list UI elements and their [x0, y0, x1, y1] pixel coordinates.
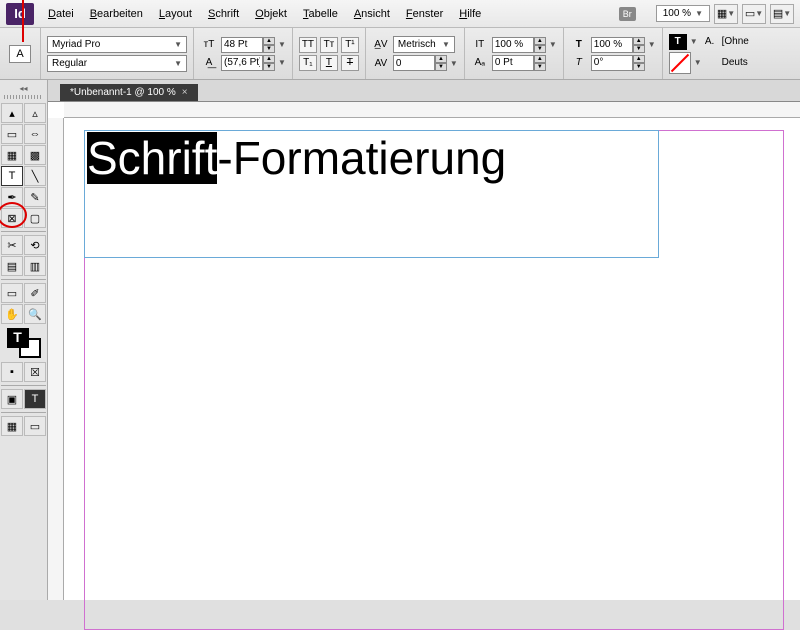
close-tab-icon[interactable]: × [182, 87, 188, 98]
selection-tool[interactable]: ▴ [1, 103, 23, 123]
vscale-icon: IT [471, 37, 489, 53]
arrange-icon[interactable]: ▤▼ [770, 4, 794, 24]
leading-preset-dropdown[interactable]: ▼ [278, 58, 286, 67]
rect-frame-tool[interactable]: ⊠ [1, 208, 23, 228]
screen-mode-icon[interactable]: ▭▼ [742, 4, 766, 24]
kerning-dropdown[interactable]: Metrisch▼ [393, 36, 455, 53]
tracking-input[interactable]: ▲▼ [393, 55, 447, 71]
underline-icon[interactable]: T [320, 55, 338, 71]
transform-tool[interactable]: ⟲ [24, 235, 46, 255]
font-size-icon: ᴛT [200, 37, 218, 53]
kerning-icon: A̲V [372, 37, 390, 53]
type-tool[interactable]: T [1, 166, 23, 186]
view-options-icon[interactable]: ▦▼ [714, 4, 738, 24]
control-bar: A Myriad Pro▼ Regular▼ ᴛT ▲▼ ▼ A͟ ▲▼ ▼ T… [0, 28, 800, 80]
text-frame[interactable]: Schrift-Formatierung [84, 130, 659, 258]
hscale-icon: T [570, 37, 588, 53]
eyedropper-tool[interactable]: ✐ [24, 283, 46, 303]
charstyle-label: [Ohne [722, 36, 749, 47]
selected-text[interactable]: Schrift [87, 132, 217, 184]
menubar: Id Datei Bearbeiten Layout Schrift Objek… [0, 0, 800, 28]
scissors-tool[interactable]: ✂ [1, 235, 23, 255]
zoom-tool[interactable]: 🔍 [24, 304, 46, 324]
document-tabs: *Unbenannt-1 @ 100 % × [48, 80, 800, 102]
screen-mode-tool[interactable]: ▦ [1, 416, 23, 436]
superscript-icon[interactable]: T¹ [341, 37, 359, 53]
screen-mode-tool-2[interactable]: ▭ [24, 416, 46, 436]
size-preset-dropdown[interactable]: ▼ [278, 40, 286, 49]
stroke-none-icon[interactable] [669, 52, 691, 74]
gradient-swatch-tool[interactable]: ▤ [1, 256, 23, 276]
gap-tool[interactable]: ⇔ [24, 124, 46, 144]
document-tab[interactable]: *Unbenannt-1 @ 100 % × [60, 84, 198, 101]
unselected-text[interactable]: -Formatierung [217, 132, 506, 184]
baseline-input[interactable]: ▲▼ [492, 55, 546, 71]
note-tool[interactable]: ▭ [1, 283, 23, 303]
apply-none-icon[interactable]: ☒ [24, 362, 46, 382]
tools-panel: ◂◂ ▴ ▵ ▭ ⇔ ▦ ▩ T ╲ ✒ ✎ ⊠ ▢ ✂ ⟲ ▤ ▥ ▭ ✐ ✋… [0, 80, 48, 600]
collapse-icon[interactable]: ◂◂ [0, 84, 47, 93]
skew-input[interactable]: ▲▼ [591, 55, 645, 71]
menu-object[interactable]: Objekt [247, 4, 295, 24]
menu-type[interactable]: Schrift [200, 4, 247, 24]
menu-window[interactable]: Fenster [398, 4, 451, 24]
menu-table[interactable]: Tabelle [295, 4, 346, 24]
fill-stroke-swatch[interactable]: T [7, 328, 41, 358]
pen-tool[interactable]: ✒ [1, 187, 23, 207]
text-content[interactable]: Schrift-Formatierung [85, 131, 658, 186]
app-icon: Id [6, 3, 34, 25]
workspace: ◂◂ ▴ ▵ ▭ ⇔ ▦ ▩ T ╲ ✒ ✎ ⊠ ▢ ✂ ⟲ ▤ ▥ ▭ ✐ ✋… [0, 80, 800, 600]
allcaps-icon[interactable]: TT [299, 37, 317, 53]
fill-icon[interactable]: T [669, 34, 687, 50]
menu-layout[interactable]: Layout [151, 4, 200, 24]
pencil-tool[interactable]: ✎ [24, 187, 46, 207]
line-tool[interactable]: ╲ [24, 166, 46, 186]
direct-selection-tool[interactable]: ▵ [24, 103, 46, 123]
tracking-icon: AV [372, 55, 390, 71]
strikethrough-icon[interactable]: T [341, 55, 359, 71]
bridge-badge[interactable]: Br [619, 7, 636, 21]
charstyle-icon: A. [701, 34, 719, 50]
font-size-input[interactable]: ▲▼ [221, 37, 275, 53]
menu-help[interactable]: Hilfe [451, 4, 489, 24]
canvas-area: *Unbenannt-1 @ 100 % × Schrift-Formatier… [48, 80, 800, 600]
smallcaps-icon[interactable]: Tᴛ [320, 37, 338, 53]
leading-icon: A͟ [200, 55, 218, 71]
leading-input[interactable]: ▲▼ [221, 55, 275, 71]
content-collector-tool[interactable]: ▦ [1, 145, 23, 165]
rect-tool[interactable]: ▢ [24, 208, 46, 228]
zoom-level[interactable]: 100 %▼ [656, 5, 710, 22]
hand-tool[interactable]: ✋ [1, 304, 23, 324]
apply-color-icon[interactable]: ▪ [1, 362, 23, 382]
normal-view-icon[interactable]: ▣ [1, 389, 23, 409]
menu-file[interactable]: Datei [40, 4, 82, 24]
gradient-feather-tool[interactable]: ▥ [24, 256, 46, 276]
menu-view[interactable]: Ansicht [346, 4, 398, 24]
language-label[interactable]: Deuts [722, 57, 748, 68]
vscale-input[interactable]: ▲▼ [492, 37, 546, 53]
skew-icon: T [570, 55, 588, 71]
subscript-icon[interactable]: T₁ [299, 55, 317, 71]
font-style-dropdown[interactable]: Regular▼ [47, 55, 187, 72]
page-tool[interactable]: ▭ [1, 124, 23, 144]
content-placer-tool[interactable]: ▩ [24, 145, 46, 165]
char-format-mode[interactable]: A [9, 45, 30, 63]
menu-edit[interactable]: Bearbeiten [82, 4, 151, 24]
horizontal-ruler[interactable] [64, 102, 800, 118]
preview-view-icon[interactable]: T [24, 389, 46, 409]
baseline-icon: Aₐ [471, 55, 489, 71]
font-family-dropdown[interactable]: Myriad Pro▼ [47, 36, 187, 53]
vertical-ruler[interactable] [48, 118, 64, 600]
hscale-input[interactable]: ▲▼ [591, 37, 645, 53]
